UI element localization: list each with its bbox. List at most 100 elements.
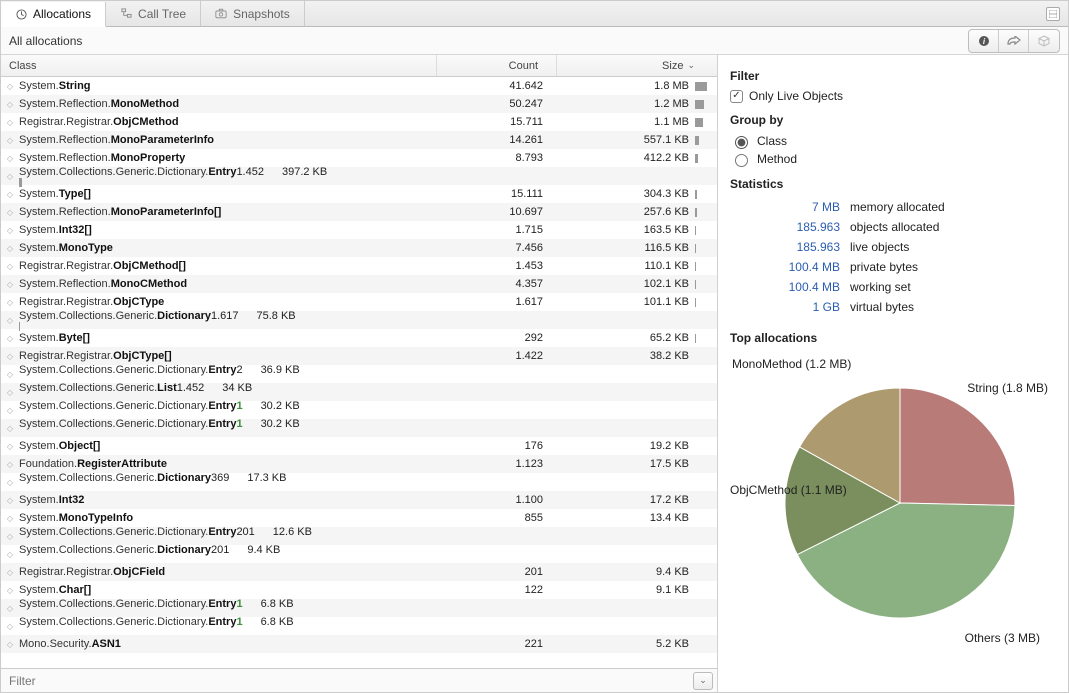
groupby-method-radio[interactable]: Method [730,151,1056,167]
forward-button[interactable] [999,30,1029,52]
count-cell: 1.123 [441,458,561,470]
diamond-icon: ◇ [1,352,19,361]
size-cell: 110.1 KB [561,260,695,272]
table-row[interactable]: ◇System.Collections.Generic.Dictionary36… [1,473,717,491]
count-cell: 201 [236,526,272,538]
camera-icon [215,8,227,20]
filter-input[interactable] [1,674,693,688]
diamond-icon: ◇ [1,172,19,181]
class-cell: Registrar.Registrar.ObjCField [19,566,441,578]
table-row[interactable]: ◇System.String41.6421.8 MB [1,77,717,95]
size-bar [695,496,717,505]
size-cell: 12.6 KB [273,526,318,538]
class-cell: System.Reflection.MonoParameterInfo[] [19,206,441,218]
size-bar [695,190,717,199]
table-row[interactable]: ◇System.Reflection.MonoCMethod4.357102.1… [1,275,717,293]
stat-label: memory allocated [850,197,945,217]
col-header-size[interactable]: Size ⌄ [557,55,717,76]
diamond-icon: ◇ [1,586,19,595]
table-row[interactable]: ◇Mono.Security.ASN12215.2 KB [1,635,717,653]
stat-value: 100.4 MB [730,257,850,277]
count-cell: 201 [211,544,247,556]
table-row[interactable]: ◇Registrar.Registrar.ObjCType1.617101.1 … [1,293,717,311]
tab-calltree[interactable]: Call Tree [106,1,201,26]
only-live-checkbox[interactable]: Only Live Objects [730,89,1056,103]
table-row[interactable]: ◇Registrar.Registrar.ObjCMethod[]1.45311… [1,257,717,275]
size-cell: 397.2 KB [282,166,333,178]
chevron-down-icon: ⌄ [699,675,707,686]
class-cell: System.MonoType [19,242,441,254]
table-row[interactable]: ◇Registrar.Registrar.ObjCType[]1.42238.2… [1,347,717,365]
count-cell: 15.711 [441,116,561,128]
table-row[interactable]: ◇System.Collections.Generic.Dictionary.E… [1,599,717,617]
table-row[interactable]: ◇Foundation.RegisterAttribute1.12317.5 K… [1,455,717,473]
filter-dropdown[interactable]: ⌄ [693,672,713,690]
diamond-icon: ◇ [1,136,19,145]
table-row[interactable]: ◇System.Int32[]1.715163.5 KB [1,221,717,239]
diamond-icon: ◇ [1,154,19,163]
stat-label: live objects [850,237,909,257]
size-bar [695,334,717,343]
table-row[interactable]: ◇System.Collections.Generic.List1.45234 … [1,383,717,401]
size-bar [695,154,717,163]
table-row[interactable]: ◇System.Reflection.MonoParameterInfo14.2… [1,131,717,149]
table-row[interactable]: ◇Registrar.Registrar.ObjCMethod15.7111.1… [1,113,717,131]
table-row[interactable]: ◇System.Type[]15.111304.3 KB [1,185,717,203]
size-bar [19,178,41,187]
info-button[interactable]: i [969,30,999,52]
class-cell: Foundation.RegisterAttribute [19,458,441,470]
stat-value: 7 MB [730,197,850,217]
size-bar [19,430,41,439]
table-row[interactable]: ◇System.MonoTypeInfo85513.4 KB [1,509,717,527]
diamond-icon: ◇ [1,208,19,217]
table-row[interactable]: ◇System.Collections.Generic.Dictionary1.… [1,311,717,329]
size-bar [695,244,717,253]
table-row[interactable]: ◇System.MonoType7.456116.5 KB [1,239,717,257]
tab-snapshots[interactable]: Snapshots [201,1,305,26]
table-row[interactable]: ◇System.Collections.Generic.Dictionary.E… [1,419,717,437]
diamond-icon: ◇ [1,478,19,487]
layout-icon[interactable] [1046,7,1060,21]
table-row[interactable]: ◇System.Collections.Generic.Dictionary.E… [1,617,717,635]
table-row[interactable]: ◇System.Reflection.MonoProperty8.793412.… [1,149,717,167]
col-header-class[interactable]: Class [1,55,437,76]
checkbox-icon [730,90,743,103]
table-row[interactable]: ◇System.Int321.10017.2 KB [1,491,717,509]
breadcrumb-title: All allocations [9,34,82,48]
table-row[interactable]: ◇System.Byte[]29265.2 KB [1,329,717,347]
count-cell: 1 [236,400,260,412]
cube-button[interactable] [1029,30,1059,52]
table-row[interactable]: ◇System.Reflection.MonoParameterInfo[]10… [1,203,717,221]
count-cell: 1.452 [177,382,223,394]
radio-icon[interactable] [735,154,748,167]
count-cell: 1 [236,598,260,610]
table-row[interactable]: ◇System.Collections.Generic.Dictionary.E… [1,401,717,419]
table-row[interactable]: ◇Registrar.Registrar.ObjCField2019.4 KB [1,563,717,581]
stat-row: 7 MBmemory allocated [730,197,1056,217]
table-row[interactable]: ◇System.Reflection.MonoMethod50.2471.2 M… [1,95,717,113]
size-cell: 257.6 KB [561,206,695,218]
table-row[interactable]: ◇System.Char[]1229.1 KB [1,581,717,599]
groupby-class-radio[interactable]: Class [730,133,1056,149]
table-row[interactable]: ◇System.Collections.Generic.Dictionary.E… [1,527,717,545]
tab-allocations[interactable]: Allocations [1,2,106,27]
stat-label: virtual bytes [850,297,914,317]
class-cell: System.Reflection.MonoParameterInfo [19,134,441,146]
diamond-icon: ◇ [1,514,19,523]
table-row[interactable]: ◇System.Object[]17619.2 KB [1,437,717,455]
radio-icon[interactable] [735,136,748,149]
pie-label-monomethod: MonoMethod (1.2 MB) [732,357,851,371]
count-cell: 201 [441,566,561,578]
size-cell: 36.9 KB [261,364,306,376]
col-header-count[interactable]: Count [437,55,557,76]
diamond-icon: ◇ [1,100,19,109]
stat-row: 100.4 MBprivate bytes [730,257,1056,277]
size-bar [695,262,717,271]
table-body[interactable]: ◇System.String41.6421.8 MB◇System.Reflec… [1,77,717,668]
table-row[interactable]: ◇System.Collections.Generic.Dictionary20… [1,545,717,563]
class-cell: System.Collections.Generic.Dictionary.En… [19,418,717,439]
table-row[interactable]: ◇System.Collections.Generic.Dictionary.E… [1,167,717,185]
table-row[interactable]: ◇System.Collections.Generic.Dictionary.E… [1,365,717,383]
count-cell: 369 [211,472,247,484]
count-cell: 41.642 [441,80,561,92]
